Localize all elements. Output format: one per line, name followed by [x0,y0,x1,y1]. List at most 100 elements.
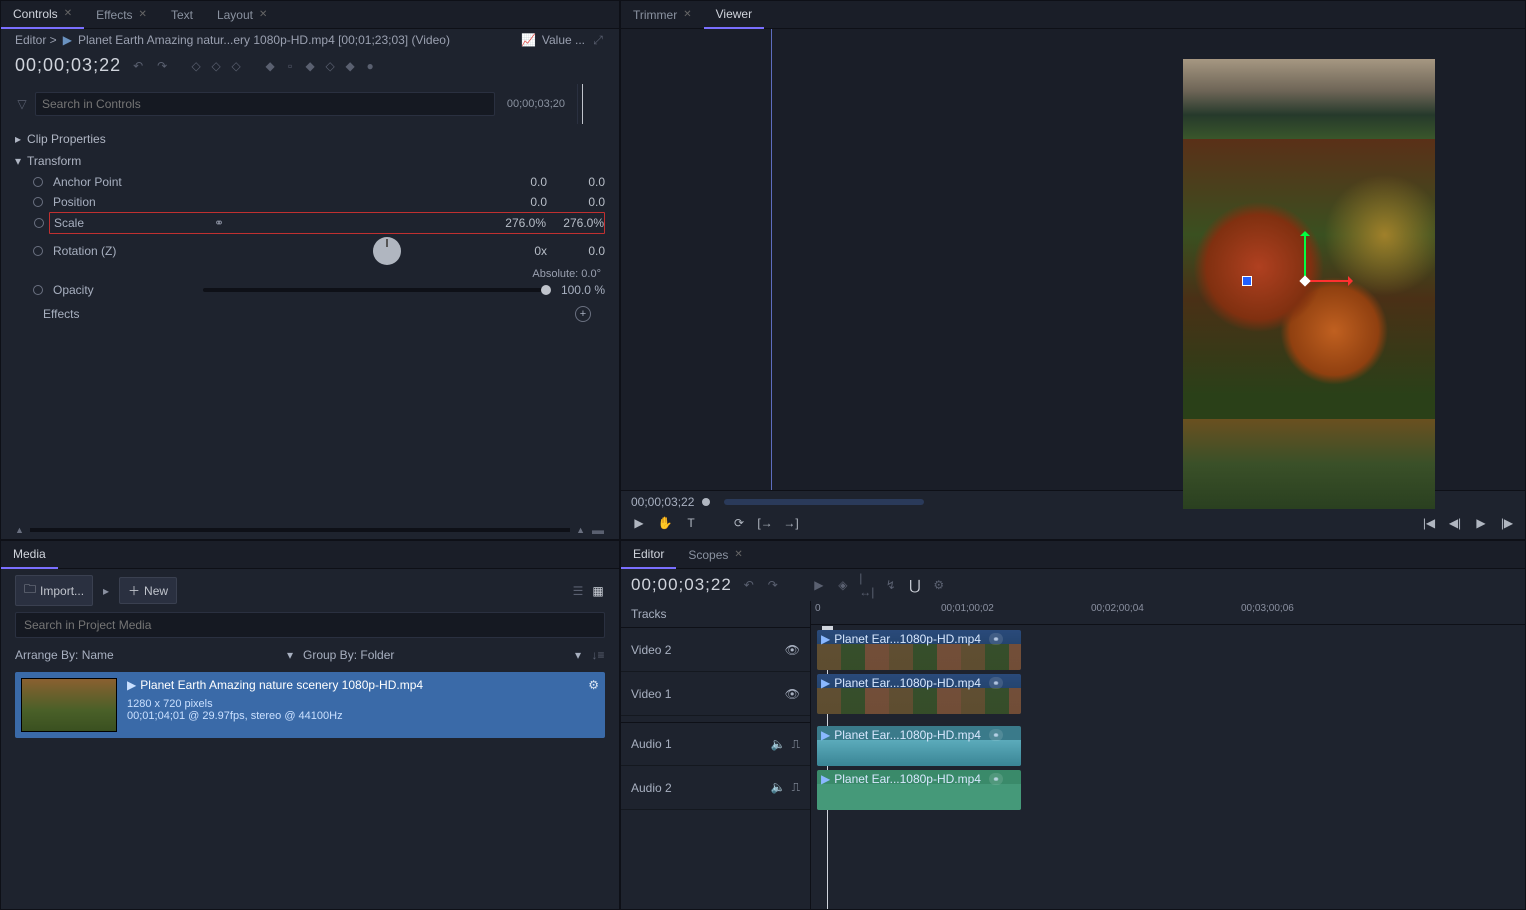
position-x[interactable]: 0.0 [503,195,547,209]
clip-video2[interactable]: ▶Planet Ear...1080p-HD.mp4⚭ [817,630,1021,670]
tab-layout[interactable]: Layout✕ [205,2,279,28]
clip-audio2[interactable]: ▶Planet Ear...1080p-HD.mp4⚭ [817,770,1021,810]
track-header-video2[interactable]: Video 2👁 [621,643,810,657]
opacity-row[interactable]: Opacity 100.0 % [15,280,605,300]
anchor-point-x[interactable]: 0.0 [503,175,547,189]
controls-search-input[interactable] [35,92,495,116]
clip-properties-header[interactable]: ▸ Clip Properties [15,128,605,150]
step-forward-icon[interactable]: |▶ [1499,515,1515,531]
interp-diamond3-icon[interactable]: ◇ [323,59,337,73]
keyframe-toggle-icon[interactable] [33,177,43,187]
timeline-playhead[interactable] [827,628,828,909]
link-icon[interactable]: ⚭ [214,216,224,230]
track-header-video1[interactable]: Video 1👁 [621,687,810,701]
zoom-track[interactable] [30,528,570,532]
range-icon[interactable]: →] [783,515,799,531]
redo-icon[interactable]: ↷ [766,578,780,592]
rotation-knob[interactable] [373,237,401,265]
scale-x[interactable]: 276.0% [502,216,546,230]
step-back-icon[interactable]: ◀| [1447,515,1463,531]
gizmo-y-axis[interactable] [1304,232,1306,280]
value-dropdown[interactable]: Value ... [542,33,585,47]
close-icon[interactable]: ✕ [139,9,147,20]
select-tool-icon[interactable]: ▶ [812,578,826,592]
eye-icon[interactable]: 👁 [785,687,800,701]
opacity-value[interactable]: 100.0 % [561,283,605,297]
keyframe-toggle-icon[interactable] [33,285,43,295]
scale-row[interactable]: Scale ⚭ 276.0%276.0% [49,212,605,234]
slip-tool-icon[interactable]: |↔| [860,578,874,592]
gear-icon[interactable]: ⚙ [932,578,946,592]
tab-scopes[interactable]: Scopes✕ [676,542,754,568]
mini-timeline[interactable] [577,84,605,124]
clip-audio1[interactable]: ▶Planet Ear...1080p-HD.mp4⚭ [817,726,1021,766]
tab-editor[interactable]: Editor [621,541,676,569]
loop-icon[interactable]: ⟳ [731,515,747,531]
scale-y[interactable]: 276.0% [560,216,604,230]
interp-diamond2-icon[interactable]: ◆ [303,59,317,73]
list-view-icon[interactable]: ☰ [571,584,585,598]
hand-tool-icon[interactable]: ✋ [657,515,673,531]
gear-icon[interactable]: ⚙ [588,678,599,732]
tab-text[interactable]: Text [159,2,205,28]
timecode-display[interactable]: 00;00;03;22 [15,55,121,76]
play-button[interactable]: ▶ [1473,515,1489,531]
slide-tool-icon[interactable]: ↯ [884,578,898,592]
keyframe-add-icon[interactable]: ◇ [209,59,223,73]
chevron-right-icon[interactable]: ▸ [99,584,113,598]
eye-icon[interactable]: 👁 [785,643,800,657]
tab-media[interactable]: Media [1,541,58,569]
add-effect-icon[interactable]: + [575,306,591,322]
clip-video1[interactable]: ▶Planet Ear...1080p-HD.mp4⚭ [817,674,1021,714]
snap-icon[interactable]: ⋃ [908,578,922,592]
play-icon[interactable]: ▶ [631,515,647,531]
zoom-in-icon[interactable]: ▲ [576,525,585,535]
position-y[interactable]: 0.0 [561,195,605,209]
media-item[interactable]: ▶Planet Earth Amazing nature scenery 108… [15,672,605,738]
tab-controls[interactable]: Controls✕ [1,1,84,29]
undo-icon[interactable]: ↶ [131,59,145,73]
close-icon[interactable]: ✕ [259,9,267,20]
rotation-row[interactable]: Rotation (Z) 0x0.0 [15,234,605,268]
opacity-slider[interactable] [203,288,551,292]
link-icon[interactable]: ⚭ [989,677,1003,689]
keyframe-next-icon[interactable]: ◇ [229,59,243,73]
grid-view-icon[interactable]: ▦ [591,584,605,598]
anchor-point-row[interactable]: Anchor Point 0.00.0 [15,172,605,192]
transform-header[interactable]: ▾ Transform [15,150,605,172]
expand-icon[interactable]: ⤢ [591,33,605,47]
rotation-degrees[interactable]: 0.0 [561,244,605,258]
timeline-ruler[interactable]: 0 00;01;00;02 00;02;00;04 00;03;00;06 [811,601,1525,625]
go-start-icon[interactable]: |◀ [1421,515,1437,531]
link-icon[interactable]: ⚭ [989,633,1003,645]
close-icon[interactable]: ✕ [64,8,72,19]
interp-diamond4-icon[interactable]: ◆ [343,59,357,73]
zoom-handle-icon[interactable]: ▬ [591,523,605,537]
keyframe-toggle-icon[interactable] [34,218,44,228]
import-button[interactable]: 🗀Import... [15,575,93,606]
track-header-audio1[interactable]: Audio 1🔈⎍ [621,737,810,752]
interp-circle-icon[interactable]: ● [363,59,377,73]
text-tool-icon[interactable]: T [683,515,699,531]
tab-effects[interactable]: Effects✕ [84,2,159,28]
tab-trimmer[interactable]: Trimmer✕ [621,2,704,28]
edit-tool-icon[interactable]: ◈ [836,578,850,592]
keyframe-prev-icon[interactable]: ◇ [189,59,203,73]
anchor-point-y[interactable]: 0.0 [561,175,605,189]
undo-icon[interactable]: ↶ [742,578,756,592]
keyframe-toggle-icon[interactable] [33,246,43,256]
keyframe-toggle-icon[interactable] [33,197,43,207]
tab-viewer[interactable]: Viewer [704,1,764,29]
position-row[interactable]: Position 0.00.0 [15,192,605,212]
waveform-icon[interactable]: ⎍ [792,737,800,752]
link-icon[interactable]: ⚭ [989,773,1003,785]
rotation-turns[interactable]: 0x [503,244,547,258]
arrange-by-dropdown[interactable]: Arrange By: Name▾ [15,648,293,662]
editor-timecode[interactable]: 00;00;03;22 [631,575,732,595]
track-header-audio2[interactable]: Audio 2🔈⎍ [621,780,810,795]
close-icon[interactable]: ✕ [683,9,691,20]
viewer-playhead[interactable] [771,29,772,490]
timeline-tracks-area[interactable]: ▶Planet Ear...1080p-HD.mp4⚭ ▶Planet Ear.… [811,628,1525,909]
viewer-canvas[interactable] [621,29,1525,490]
new-button[interactable]: ＋New [119,577,177,604]
